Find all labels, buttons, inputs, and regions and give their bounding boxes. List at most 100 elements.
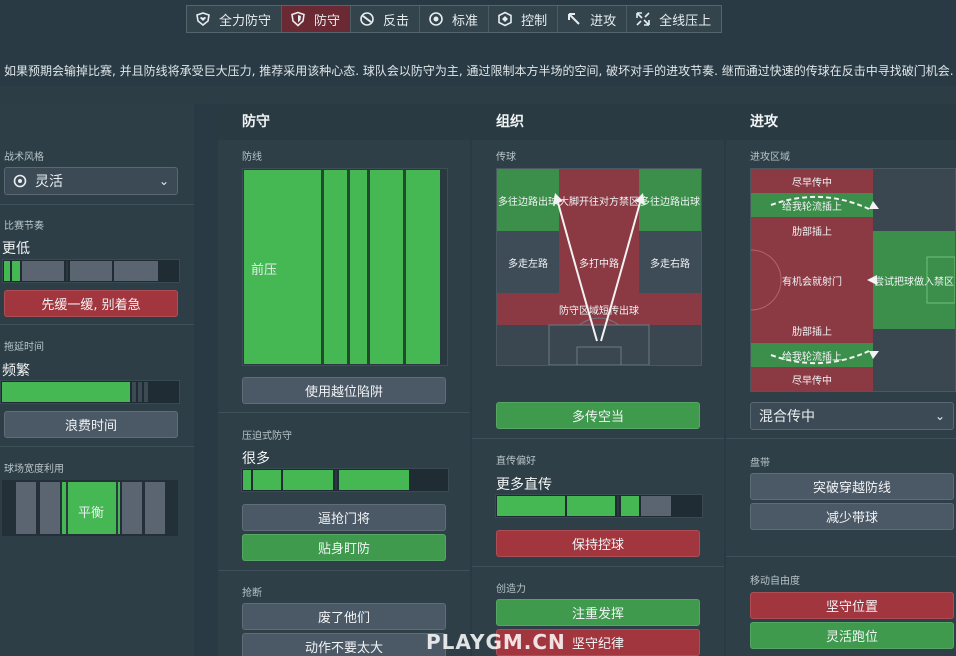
pitch-width-label: 球场宽度利用 (4, 464, 64, 475)
directness-value: 更多直传 (496, 477, 552, 493)
tackle-harder-button[interactable]: 废了他们 (242, 603, 446, 630)
directness-marker (617, 496, 619, 516)
tab-attacking[interactable]: 进攻 (558, 6, 628, 32)
time-wasting-tick (138, 382, 142, 402)
width-lane (16, 482, 36, 534)
line-marker (347, 170, 350, 364)
directness-fill (497, 496, 565, 516)
attacking-zone-label: 进攻区域 (750, 152, 790, 163)
divider (726, 438, 956, 439)
tab-label: 控制 (521, 13, 548, 29)
tab-standard[interactable]: 标准 (420, 6, 490, 32)
tempo-slider[interactable] (2, 259, 180, 283)
tempo-fill (12, 261, 20, 281)
tempo-segment (22, 261, 64, 281)
attack-column: 进攻 进攻区域 尽早传中 给我轮流插上 肋部插上 有机会就射门 肋部插上 给我轮… (726, 104, 956, 656)
flexible-icon (13, 174, 27, 188)
divider (218, 570, 470, 571)
defence-column: 防守 防线 前压 使用越位陷阱 压迫式防守 很多 逼抢门将 贴身盯防 抢断 废了… (218, 104, 470, 656)
pitch-width-value: 平衡 (77, 506, 104, 521)
chevron-down-icon: ⌄ (934, 409, 945, 423)
dribble-less-button[interactable]: 减少带球 (750, 503, 954, 530)
organisation-column: 组织 传球 多往边路出球 大脚开往对方禁区 多往边路出球 多走左路 多打中路 多… (472, 104, 724, 656)
tab-label: 全线压上 (659, 13, 712, 29)
width-lane (122, 482, 142, 534)
time-wasting-slider[interactable] (0, 380, 180, 404)
pressing-value: 很多 (242, 451, 270, 467)
standard-icon (429, 12, 443, 26)
divider (0, 324, 194, 325)
stay-on-feet-button[interactable]: 动作不要太大 (242, 633, 446, 656)
organisation-title: 组织 (472, 104, 724, 140)
time-wasting-label: 拖延时间 (4, 342, 44, 353)
play-into-space-button[interactable]: 多传空当 (496, 402, 700, 429)
directness-slider[interactable] (495, 494, 703, 518)
tab-counter[interactable]: 反击 (351, 6, 421, 32)
attack-arrow-icon (568, 13, 580, 25)
pressing-label: 压迫式防守 (242, 431, 292, 442)
pitch-width-selector[interactable]: 平衡 (2, 480, 178, 536)
shield-icon (291, 11, 305, 27)
tactic-style-dropdown[interactable]: 灵活 ⌄ (4, 167, 178, 195)
defensive-line-pitch[interactable]: 前压 (242, 168, 448, 366)
tab-very-attacking[interactable]: 全线压上 (627, 6, 721, 32)
defensive-line-label: 防线 (242, 152, 262, 163)
tight-marking-button[interactable]: 贴身盯防 (242, 534, 446, 561)
passing-label: 传球 (496, 152, 516, 163)
creativity-label: 创造力 (496, 584, 526, 595)
waste-time-button[interactable]: 浪费时间 (4, 411, 178, 438)
mentality-tabs: 全力防守 防守 反击 标准 控制 进攻 全线压上 (186, 5, 723, 33)
width-lane (40, 482, 60, 534)
attack-title: 进攻 (726, 104, 956, 140)
crossing-type-dropdown[interactable]: 混合传中 ⌄ (750, 402, 954, 430)
line-marker (403, 170, 406, 364)
line-marker (367, 170, 370, 364)
time-wasting-value: 频繁 (2, 363, 30, 379)
tactic-style-value: 灵活 (35, 174, 63, 190)
line-marker (321, 170, 324, 364)
counter-icon (360, 12, 374, 26)
tempo-fill (4, 261, 10, 281)
time-wasting-tick (132, 382, 136, 402)
run-at-defence-button[interactable]: 突破穿越防线 (750, 473, 954, 500)
hold-position-button[interactable]: 坚守位置 (750, 592, 954, 619)
tab-label: 进攻 (590, 13, 617, 29)
tab-defensive[interactable]: 防守 (282, 6, 352, 32)
pressing-fill (283, 470, 333, 490)
divider (218, 412, 470, 413)
tempo-segment (70, 261, 112, 281)
close-down-keeper-button[interactable]: 逼抢门将 (242, 504, 446, 531)
pressing-fill (339, 470, 409, 490)
passing-pitch[interactable]: 多往边路出球 大脚开往对方禁区 多往边路出球 多走左路 多打中路 多走右路 防守… (496, 168, 702, 366)
roam-from-position-button[interactable]: 灵活跑位 (750, 622, 954, 649)
tab-label: 标准 (452, 13, 479, 29)
tempo-marker (66, 261, 68, 281)
divider (0, 446, 194, 447)
tempo-value: 更低 (2, 241, 30, 257)
pressing-fill (243, 470, 251, 490)
divider (472, 566, 724, 567)
tempo-segment (114, 261, 158, 281)
team-instructions-column: 战术风格 灵活 ⌄ 比赛节奏 更低 先缓一缓, 别着急 拖延时间 频繁 浪费时间… (0, 104, 194, 656)
offside-trap-button[interactable]: 使用越位陷阱 (242, 377, 446, 404)
tactic-style-label: 战术风格 (4, 152, 44, 163)
retain-possession-button[interactable]: 保持控球 (496, 530, 700, 557)
divider (472, 438, 724, 439)
watermark: PLAYGM.CN (426, 630, 566, 654)
directness-segment (641, 496, 671, 516)
pitch-markings (548, 193, 650, 365)
defence-title: 防守 (218, 104, 470, 140)
tab-label: 防守 (314, 13, 341, 29)
tab-very-defensive[interactable]: 全力防守 (187, 6, 283, 32)
tempo-instruction-button[interactable]: 先缓一缓, 别着急 (4, 290, 178, 317)
tab-control[interactable]: 控制 (489, 6, 559, 32)
chevron-down-icon: ⌄ (158, 174, 169, 188)
pressing-fill (253, 470, 281, 490)
pressing-slider[interactable] (241, 468, 449, 492)
directness-label: 直传偏好 (496, 456, 536, 467)
full-press-icon (636, 12, 650, 26)
be-expressive-button[interactable]: 注重发挥 (496, 599, 700, 626)
defensive-line-value: 前压 (251, 263, 278, 278)
attacking-zone-pitch[interactable]: 尽早传中 给我轮流插上 肋部插上 有机会就射门 肋部插上 给我轮流插上 尽早传中… (750, 168, 956, 392)
section-separator (0, 86, 956, 104)
